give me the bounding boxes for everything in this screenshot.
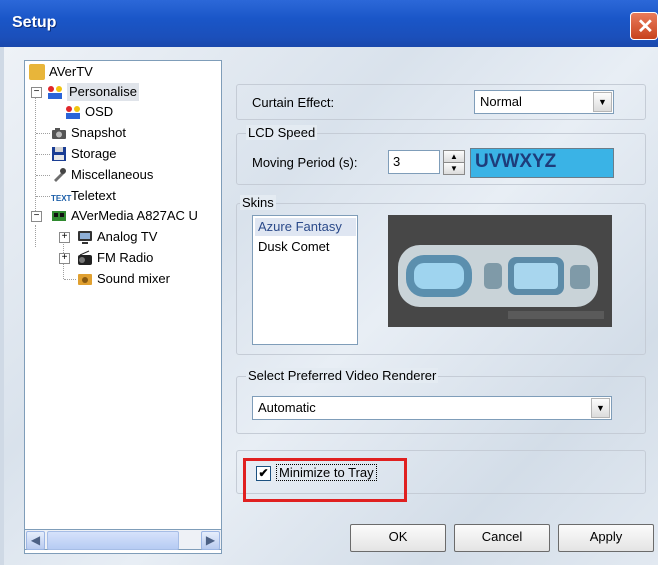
apply-button[interactable]: Apply bbox=[558, 524, 654, 552]
radio-icon bbox=[78, 250, 92, 265]
lcd-preview-text: UVWXYZ bbox=[475, 151, 557, 172]
curtain-effect-value: Normal bbox=[480, 94, 522, 109]
avertv-icon bbox=[29, 64, 45, 80]
floppy-disk-icon bbox=[52, 147, 66, 161]
osd-icon bbox=[66, 106, 80, 119]
cancel-button[interactable]: Cancel bbox=[454, 524, 550, 552]
curtain-effect-select[interactable]: Normal ▼ bbox=[474, 90, 614, 114]
tree-item-label: Analog TV bbox=[97, 229, 158, 244]
scroll-left-icon[interactable]: ◀ bbox=[26, 531, 45, 550]
lcd-preview: UVWXYZ bbox=[470, 148, 614, 178]
collapse-avermedia-icon[interactable]: − bbox=[31, 211, 42, 222]
setup-window: Setup ✕ AVerTV − Personalise OSD Snapsho… bbox=[0, 0, 658, 565]
ok-button[interactable]: OK bbox=[350, 524, 446, 552]
tree-connector bbox=[36, 133, 50, 134]
moving-period-label: Moving Period (s): bbox=[252, 155, 358, 170]
camera-icon bbox=[52, 128, 66, 139]
tree-item-label: OSD bbox=[85, 104, 114, 119]
tree-horizontal-scrollbar[interactable]: ◀ ▶ bbox=[24, 529, 222, 550]
tree-connector bbox=[35, 225, 36, 247]
video-renderer-group-label: Select Preferred Video Renderer bbox=[246, 368, 439, 383]
tv-icon bbox=[78, 231, 92, 244]
tree-item-label: FM Radio bbox=[97, 250, 154, 265]
expand-fm-radio-icon[interactable]: + bbox=[59, 253, 70, 264]
teletext-icon: TEXT bbox=[51, 194, 72, 203]
dropdown-arrow-icon[interactable]: ▼ bbox=[591, 398, 610, 418]
video-renderer-value: Automatic bbox=[258, 400, 316, 415]
tuner-card-icon bbox=[52, 211, 66, 221]
tree-item-label: Teletext bbox=[71, 188, 116, 203]
dropdown-arrow-icon[interactable]: ▼ bbox=[593, 92, 612, 112]
window-title: Setup bbox=[12, 14, 57, 31]
tree-connector bbox=[36, 196, 50, 197]
tree-item-label: Sound mixer bbox=[97, 271, 170, 286]
moving-period-value: 3 bbox=[393, 154, 401, 169]
skins-group-label: Skins bbox=[240, 195, 276, 210]
tree-connector bbox=[36, 154, 50, 155]
minimize-to-tray-checkbox[interactable]: ✔ bbox=[256, 466, 271, 481]
tree-item-label: Storage bbox=[71, 146, 117, 161]
minimize-to-tray-label[interactable]: Minimize to Tray bbox=[276, 464, 377, 481]
collapse-personalise-icon[interactable]: − bbox=[31, 87, 42, 98]
tree-item-label: Snapshot bbox=[71, 125, 126, 140]
settings-tree[interactable]: AVerTV − Personalise OSD Snapshot Storag… bbox=[24, 60, 222, 554]
close-button[interactable]: ✕ bbox=[630, 12, 658, 40]
tree-item-label: AVerMedia A827AC U bbox=[71, 208, 198, 223]
wrench-icon bbox=[54, 168, 66, 182]
moving-period-input[interactable]: 3 bbox=[388, 150, 440, 174]
skin-item[interactable]: Dusk Comet bbox=[258, 238, 330, 256]
speaker-icon bbox=[78, 274, 92, 285]
skin-preview bbox=[388, 215, 612, 327]
skins-list[interactable]: Azure Fantasy Dusk Comet bbox=[252, 215, 358, 345]
spin-down-button[interactable]: ▼ bbox=[443, 162, 465, 175]
scroll-thumb[interactable] bbox=[47, 531, 179, 550]
tree-connector bbox=[36, 175, 50, 176]
skin-preview-image bbox=[388, 215, 612, 327]
personalise-icon bbox=[48, 86, 62, 99]
title-bar[interactable]: Setup ✕ bbox=[0, 0, 658, 47]
expand-analog-tv-icon[interactable]: + bbox=[59, 232, 70, 243]
close-icon: ✕ bbox=[637, 16, 654, 38]
lcd-speed-group-label: LCD Speed bbox=[246, 125, 318, 140]
video-renderer-select[interactable]: Automatic ▼ bbox=[252, 396, 612, 420]
tree-item-label: Personalise bbox=[67, 83, 139, 101]
tree-item-label: Miscellaneous bbox=[71, 167, 154, 182]
tree-item-label: AVerTV bbox=[49, 64, 93, 79]
skin-item-selected[interactable]: Azure Fantasy bbox=[255, 218, 356, 236]
curtain-effect-label: Curtain Effect: bbox=[252, 95, 335, 110]
tree-connector bbox=[64, 279, 76, 280]
tree-connector bbox=[35, 91, 36, 221]
scroll-right-icon[interactable]: ▶ bbox=[201, 531, 220, 550]
